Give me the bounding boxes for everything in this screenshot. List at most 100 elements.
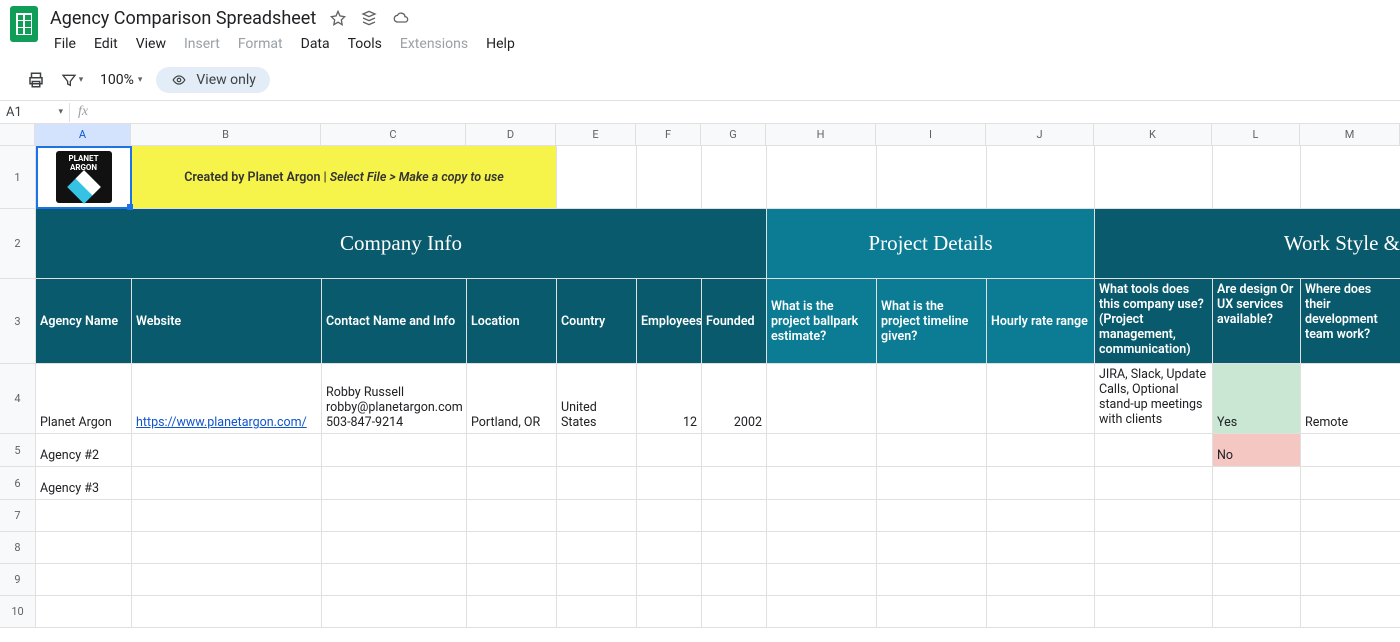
document-title[interactable]: Agency Comparison Spreadsheet [46,7,320,30]
col-head-H[interactable]: H [766,124,876,146]
cell[interactable] [767,146,877,209]
view-only-chip[interactable]: View only [156,67,269,93]
row-head-10[interactable]: 10 [0,596,36,628]
cell[interactable] [877,532,987,564]
cell[interactable] [557,146,637,209]
menu-edit[interactable]: Edit [86,32,126,56]
star-icon[interactable] [330,10,346,26]
cell-K5[interactable] [1095,434,1213,467]
cell[interactable] [877,564,987,596]
cell-C4[interactable]: Robby Russell robby@planetargon.com 503-… [322,364,467,434]
cell[interactable] [132,564,322,596]
sheets-logo[interactable] [10,6,38,42]
hdr-rate[interactable]: Hourly rate range [987,279,1095,364]
cell-G6[interactable] [702,467,767,500]
grid[interactable]: 1 2 3 4 5 6 7 8 9 10 PLANETARGON Created… [0,146,1400,642]
name-box[interactable]: A1 ▾ [0,103,70,122]
cell[interactable] [132,532,322,564]
filter-button[interactable]: ▾ [58,66,86,94]
cell[interactable] [467,532,557,564]
cell-E4[interactable]: United States [557,364,637,434]
cell[interactable] [877,596,987,628]
cell[interactable] [557,596,637,628]
section-work-style[interactable]: Work Style & [1095,209,1400,279]
cell-L6[interactable] [1213,467,1301,500]
cell[interactable] [702,564,767,596]
cell[interactable] [322,532,467,564]
cell-G4[interactable]: 2002 [702,364,767,434]
cell-A5[interactable]: Agency #2 [36,434,132,467]
cell-I5[interactable] [877,434,987,467]
zoom-select[interactable]: 100% ▾ [94,72,148,88]
cell[interactable] [36,564,132,596]
section-project-details[interactable]: Project Details [767,209,1095,279]
col-head-K[interactable]: K [1094,124,1212,146]
cell[interactable] [767,596,877,628]
cell-C5[interactable] [322,434,467,467]
cell[interactable] [36,596,132,628]
hdr-employees[interactable]: Employees [637,279,702,364]
cell[interactable] [987,596,1095,628]
cell[interactable] [987,564,1095,596]
cell[interactable] [1301,596,1400,628]
cell[interactable] [1213,596,1301,628]
cell-D4[interactable]: Portland, OR [467,364,557,434]
col-head-M[interactable]: M [1300,124,1400,146]
cell-I4[interactable] [877,364,987,434]
website-link[interactable]: https://www.planetargon.com/ [136,415,307,430]
cell[interactable] [36,500,132,532]
cell-A6[interactable]: Agency #3 [36,467,132,500]
cell[interactable] [1095,596,1213,628]
hdr-contact[interactable]: Contact Name and Info [322,279,467,364]
cell[interactable] [1095,564,1213,596]
cell-M6[interactable] [1301,467,1400,500]
cell-A4[interactable]: Planet Argon [36,364,132,434]
cell-E5[interactable] [557,434,637,467]
cell[interactable] [987,500,1095,532]
col-head-L[interactable]: L [1212,124,1300,146]
cell-J6[interactable] [987,467,1095,500]
cell[interactable] [467,564,557,596]
cell[interactable] [1213,146,1301,209]
col-head-E[interactable]: E [556,124,636,146]
cell[interactable] [1213,532,1301,564]
cell[interactable] [877,146,987,209]
hdr-founded[interactable]: Founded [702,279,767,364]
col-head-D[interactable]: D [466,124,556,146]
cell[interactable] [702,532,767,564]
cell-H4[interactable] [767,364,877,434]
cell-E6[interactable] [557,467,637,500]
hdr-website[interactable]: Website [132,279,322,364]
cell[interactable] [557,564,637,596]
cell[interactable] [637,500,702,532]
cell[interactable] [467,596,557,628]
cell-K4[interactable]: JIRA, Slack, Update Calls, Optional stan… [1095,364,1213,434]
cell[interactable] [36,532,132,564]
menu-view[interactable]: View [128,32,174,56]
hdr-agency[interactable]: Agency Name [36,279,132,364]
cell-M5[interactable] [1301,434,1400,467]
hdr-wheredev[interactable]: Where does their development team work? [1301,279,1400,364]
cell[interactable] [637,564,702,596]
row-head-4[interactable]: 4 [0,364,36,434]
cell[interactable] [767,532,877,564]
hdr-tools[interactable]: What tools does this company use? (Proje… [1095,279,1213,364]
col-head-G[interactable]: G [701,124,766,146]
row-head-8[interactable]: 8 [0,532,36,564]
hdr-design[interactable]: Are design Or UX services available? [1213,279,1301,364]
cell[interactable] [637,532,702,564]
cell[interactable] [987,532,1095,564]
cell-G5[interactable] [702,434,767,467]
cell[interactable] [1095,532,1213,564]
cell[interactable] [1213,500,1301,532]
cell-D5[interactable] [467,434,557,467]
move-icon[interactable] [360,10,378,26]
cloud-status-icon[interactable] [392,10,410,26]
col-head-I[interactable]: I [876,124,986,146]
menu-tools[interactable]: Tools [340,32,390,56]
cell-M4[interactable]: Remote [1301,364,1400,434]
cell[interactable] [1095,146,1213,209]
cell-I6[interactable] [877,467,987,500]
row-head-7[interactable]: 7 [0,500,36,532]
cell[interactable] [767,500,877,532]
